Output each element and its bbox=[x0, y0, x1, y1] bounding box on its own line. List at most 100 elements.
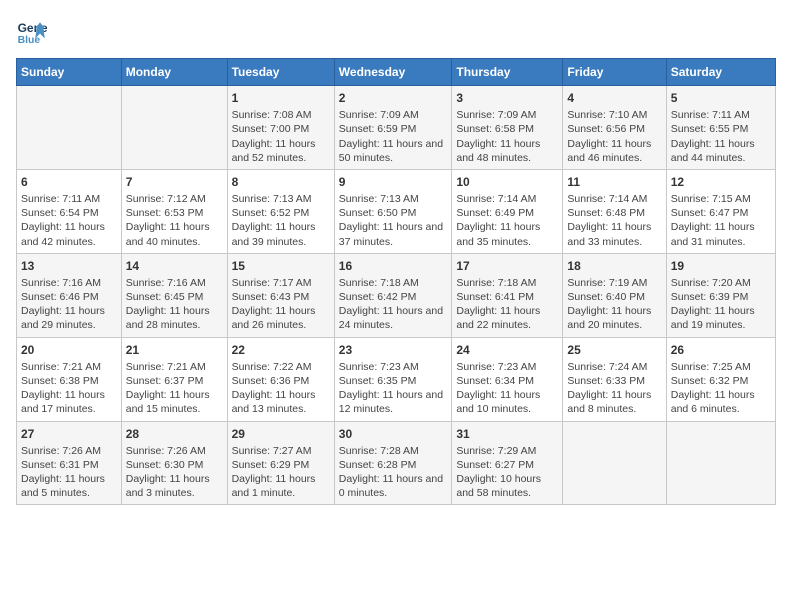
cell-content: Sunrise: 7:14 AM Sunset: 6:48 PM Dayligh… bbox=[567, 192, 661, 249]
calendar-cell: 18 Sunrise: 7:19 AM Sunset: 6:40 PM Dayli… bbox=[563, 253, 666, 337]
calendar-cell: 10 Sunrise: 7:14 AM Sunset: 6:49 PM Dayli… bbox=[452, 169, 563, 253]
header-cell: Friday bbox=[563, 59, 666, 86]
cell-content: Sunrise: 7:08 AM Sunset: 7:00 PM Dayligh… bbox=[232, 108, 330, 165]
day-number: 14 bbox=[126, 258, 223, 274]
day-number: 15 bbox=[232, 258, 330, 274]
cell-content: Sunrise: 7:17 AM Sunset: 6:43 PM Dayligh… bbox=[232, 276, 330, 333]
cell-content: Sunrise: 7:12 AM Sunset: 6:53 PM Dayligh… bbox=[126, 192, 223, 249]
cell-content: Sunrise: 7:14 AM Sunset: 6:49 PM Dayligh… bbox=[456, 192, 558, 249]
calendar-cell: 11 Sunrise: 7:14 AM Sunset: 6:48 PM Dayli… bbox=[563, 169, 666, 253]
day-number: 31 bbox=[456, 426, 558, 442]
day-number: 21 bbox=[126, 342, 223, 358]
calendar-cell: 4Sunrise: 7:10 AM Sunset: 6:56 PM Daylig… bbox=[563, 86, 666, 170]
calendar-cell: 9 Sunrise: 7:13 AM Sunset: 6:50 PM Daylig… bbox=[334, 169, 452, 253]
logo-icon: General Blue bbox=[16, 16, 48, 48]
day-number: 28 bbox=[126, 426, 223, 442]
calendar-cell: 2Sunrise: 7:09 AM Sunset: 6:59 PM Daylig… bbox=[334, 86, 452, 170]
day-number: 20 bbox=[21, 342, 117, 358]
cell-content: Sunrise: 7:23 AM Sunset: 6:34 PM Dayligh… bbox=[456, 360, 558, 417]
calendar-cell bbox=[666, 421, 775, 505]
day-number: 3 bbox=[456, 90, 558, 106]
cell-content: Sunrise: 7:10 AM Sunset: 6:56 PM Dayligh… bbox=[567, 108, 661, 165]
logo: General Blue bbox=[16, 16, 48, 48]
cell-content: Sunrise: 7:21 AM Sunset: 6:37 PM Dayligh… bbox=[126, 360, 223, 417]
day-number: 30 bbox=[339, 426, 448, 442]
calendar-cell: 5 Sunrise: 7:11 AM Sunset: 6:55 PM Daylig… bbox=[666, 86, 775, 170]
day-number: 1 bbox=[232, 90, 330, 106]
calendar-week-row: 1 Sunrise: 7:08 AM Sunset: 7:00 PM Daylig… bbox=[17, 86, 776, 170]
calendar-cell: 8 Sunrise: 7:13 AM Sunset: 6:52 PM Daylig… bbox=[227, 169, 334, 253]
calendar-cell: 23 Sunrise: 7:23 AM Sunset: 6:35 PM Dayli… bbox=[334, 337, 452, 421]
day-number: 26 bbox=[671, 342, 771, 358]
calendar-cell: 1 Sunrise: 7:08 AM Sunset: 7:00 PM Daylig… bbox=[227, 86, 334, 170]
calendar-cell: 24 Sunrise: 7:23 AM Sunset: 6:34 PM Dayli… bbox=[452, 337, 563, 421]
cell-content: Sunrise: 7:22 AM Sunset: 6:36 PM Dayligh… bbox=[232, 360, 330, 417]
cell-content: Sunrise: 7:26 AM Sunset: 6:30 PM Dayligh… bbox=[126, 444, 223, 501]
calendar-week-row: 6Sunrise: 7:11 AM Sunset: 6:54 PM Daylig… bbox=[17, 169, 776, 253]
cell-content: Sunrise: 7:24 AM Sunset: 6:33 PM Dayligh… bbox=[567, 360, 661, 417]
calendar-cell: 3 Sunrise: 7:09 AM Sunset: 6:58 PM Daylig… bbox=[452, 86, 563, 170]
cell-content: Sunrise: 7:11 AM Sunset: 6:55 PM Dayligh… bbox=[671, 108, 771, 165]
header-row: SundayMondayTuesdayWednesdayThursdayFrid… bbox=[17, 59, 776, 86]
cell-content: Sunrise: 7:13 AM Sunset: 6:52 PM Dayligh… bbox=[232, 192, 330, 249]
day-number: 8 bbox=[232, 174, 330, 190]
calendar-cell bbox=[121, 86, 227, 170]
calendar-cell: 17 Sunrise: 7:18 AM Sunset: 6:41 PM Dayli… bbox=[452, 253, 563, 337]
calendar-cell: 16Sunrise: 7:18 AM Sunset: 6:42 PM Dayli… bbox=[334, 253, 452, 337]
calendar-header: SundayMondayTuesdayWednesdayThursdayFrid… bbox=[17, 59, 776, 86]
day-number: 17 bbox=[456, 258, 558, 274]
calendar-cell: 25 Sunrise: 7:24 AM Sunset: 6:33 PM Dayli… bbox=[563, 337, 666, 421]
calendar-cell: 28 Sunrise: 7:26 AM Sunset: 6:30 PM Dayli… bbox=[121, 421, 227, 505]
day-number: 10 bbox=[456, 174, 558, 190]
cell-content: Sunrise: 7:09 AM Sunset: 6:58 PM Dayligh… bbox=[456, 108, 558, 165]
day-number: 12 bbox=[671, 174, 771, 190]
calendar-week-row: 27Sunrise: 7:26 AM Sunset: 6:31 PM Dayli… bbox=[17, 421, 776, 505]
calendar-cell: 22 Sunrise: 7:22 AM Sunset: 6:36 PM Dayli… bbox=[227, 337, 334, 421]
calendar-cell: 15 Sunrise: 7:17 AM Sunset: 6:43 PM Dayli… bbox=[227, 253, 334, 337]
calendar-cell: 12Sunrise: 7:15 AM Sunset: 6:47 PM Dayli… bbox=[666, 169, 775, 253]
day-number: 24 bbox=[456, 342, 558, 358]
cell-content: Sunrise: 7:27 AM Sunset: 6:29 PM Dayligh… bbox=[232, 444, 330, 501]
day-number: 5 bbox=[671, 90, 771, 106]
calendar-cell: 29Sunrise: 7:27 AM Sunset: 6:29 PM Dayli… bbox=[227, 421, 334, 505]
calendar-cell: 26 Sunrise: 7:25 AM Sunset: 6:32 PM Dayli… bbox=[666, 337, 775, 421]
cell-content: Sunrise: 7:19 AM Sunset: 6:40 PM Dayligh… bbox=[567, 276, 661, 333]
day-number: 16 bbox=[339, 258, 448, 274]
cell-content: Sunrise: 7:16 AM Sunset: 6:45 PM Dayligh… bbox=[126, 276, 223, 333]
cell-content: Sunrise: 7:25 AM Sunset: 6:32 PM Dayligh… bbox=[671, 360, 771, 417]
day-number: 9 bbox=[339, 174, 448, 190]
day-number: 7 bbox=[126, 174, 223, 190]
day-number: 25 bbox=[567, 342, 661, 358]
calendar-body: 1 Sunrise: 7:08 AM Sunset: 7:00 PM Daylig… bbox=[17, 86, 776, 505]
calendar-table: SundayMondayTuesdayWednesdayThursdayFrid… bbox=[16, 58, 776, 505]
day-number: 6 bbox=[21, 174, 117, 190]
cell-content: Sunrise: 7:29 AM Sunset: 6:27 PM Dayligh… bbox=[456, 444, 558, 501]
header-cell: Wednesday bbox=[334, 59, 452, 86]
cell-content: Sunrise: 7:13 AM Sunset: 6:50 PM Dayligh… bbox=[339, 192, 448, 249]
calendar-cell: 21 Sunrise: 7:21 AM Sunset: 6:37 PM Dayli… bbox=[121, 337, 227, 421]
cell-content: Sunrise: 7:20 AM Sunset: 6:39 PM Dayligh… bbox=[671, 276, 771, 333]
header-cell: Saturday bbox=[666, 59, 775, 86]
cell-content: Sunrise: 7:23 AM Sunset: 6:35 PM Dayligh… bbox=[339, 360, 448, 417]
day-number: 27 bbox=[21, 426, 117, 442]
cell-content: Sunrise: 7:28 AM Sunset: 6:28 PM Dayligh… bbox=[339, 444, 448, 501]
calendar-cell: 30 Sunrise: 7:28 AM Sunset: 6:28 PM Dayli… bbox=[334, 421, 452, 505]
day-number: 23 bbox=[339, 342, 448, 358]
calendar-week-row: 13Sunrise: 7:16 AM Sunset: 6:46 PM Dayli… bbox=[17, 253, 776, 337]
page-header: General Blue bbox=[16, 16, 776, 48]
day-number: 22 bbox=[232, 342, 330, 358]
header-cell: Sunday bbox=[17, 59, 122, 86]
cell-content: Sunrise: 7:18 AM Sunset: 6:41 PM Dayligh… bbox=[456, 276, 558, 333]
day-number: 18 bbox=[567, 258, 661, 274]
day-number: 19 bbox=[671, 258, 771, 274]
calendar-cell: 14 Sunrise: 7:16 AM Sunset: 6:45 PM Dayli… bbox=[121, 253, 227, 337]
calendar-cell bbox=[563, 421, 666, 505]
day-number: 11 bbox=[567, 174, 661, 190]
calendar-cell: 31 Sunrise: 7:29 AM Sunset: 6:27 PM Dayli… bbox=[452, 421, 563, 505]
calendar-cell bbox=[17, 86, 122, 170]
calendar-cell: 7 Sunrise: 7:12 AM Sunset: 6:53 PM Daylig… bbox=[121, 169, 227, 253]
calendar-cell: 20Sunrise: 7:21 AM Sunset: 6:38 PM Dayli… bbox=[17, 337, 122, 421]
calendar-cell: 6Sunrise: 7:11 AM Sunset: 6:54 PM Daylig… bbox=[17, 169, 122, 253]
svg-text:Blue: Blue bbox=[18, 35, 41, 46]
cell-content: Sunrise: 7:09 AM Sunset: 6:59 PM Dayligh… bbox=[339, 108, 448, 165]
